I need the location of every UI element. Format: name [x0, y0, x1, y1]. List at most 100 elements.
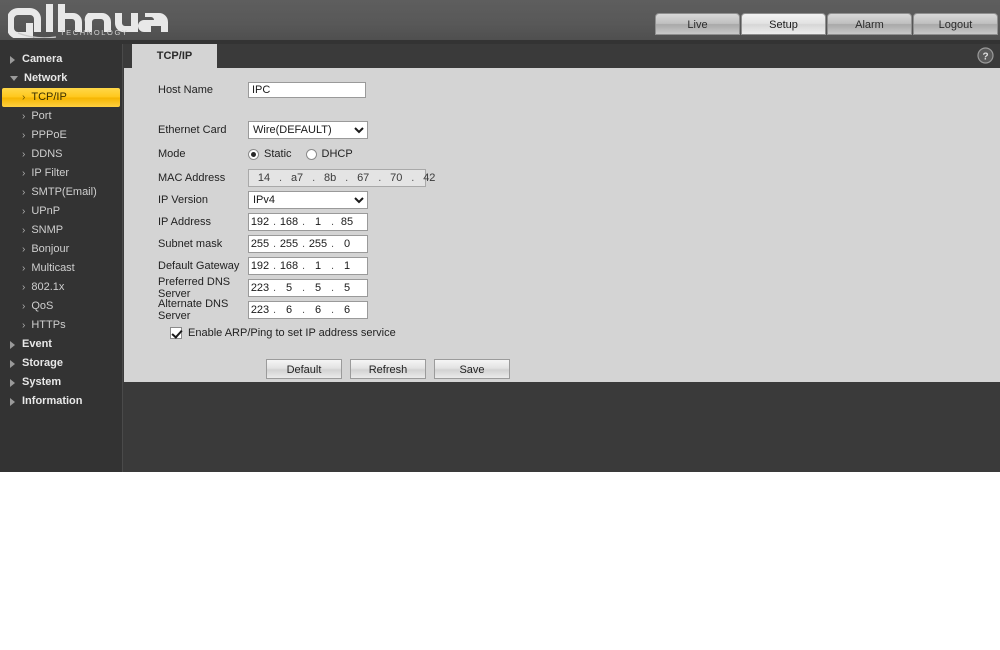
- sidebar-item-https[interactable]: › HTTPs: [2, 316, 120, 335]
- ip-address-field[interactable]: . . .: [248, 213, 368, 231]
- preferred-dns-octet-2[interactable]: [278, 281, 300, 295]
- chevron-right-icon: ›: [22, 262, 26, 274]
- preferred-dns-octet-4[interactable]: [336, 281, 358, 295]
- mode-radio-static-label[interactable]: Static: [264, 148, 292, 160]
- separator-dot: .: [330, 238, 335, 250]
- chevron-right-icon: ›: [22, 167, 26, 179]
- preferred-dns-label: Preferred DNS Server: [158, 276, 231, 300]
- host-name-input[interactable]: [248, 82, 366, 98]
- sidebar-item-label: IP Filter: [31, 167, 70, 179]
- ip-octet-4[interactable]: [336, 215, 358, 229]
- sidebar-item-tcpip[interactable]: › TCP/IP: [2, 88, 120, 107]
- sidebar-group-label: Network: [24, 72, 68, 84]
- sidebar-item-802-1x[interactable]: › 802.1x: [2, 278, 120, 297]
- sidebar-item-ip-filter[interactable]: › IP Filter: [2, 164, 120, 183]
- sidebar-item-label: SNMP: [31, 224, 64, 236]
- preferred-dns-field[interactable]: . . .: [248, 279, 368, 297]
- default-gateway-label: Default Gateway: [158, 260, 240, 272]
- separator-dot: .: [301, 216, 306, 228]
- mode-radio-group: Static DHCP: [248, 148, 367, 160]
- save-button[interactable]: Save: [434, 359, 510, 379]
- sidebar-group-label: Storage: [22, 357, 63, 369]
- sidebar-group-network[interactable]: Network: [0, 69, 122, 88]
- mac-address-label: MAC Address: [158, 172, 226, 184]
- sidebar-group-system[interactable]: System: [0, 373, 122, 392]
- gateway-octet-3[interactable]: [307, 259, 329, 273]
- separator-dot: .: [301, 304, 306, 316]
- mac-octet-2: [282, 171, 313, 185]
- chevron-right-icon: ›: [22, 186, 26, 198]
- alternate-dns-label: Alternate DNS Server: [158, 298, 229, 322]
- host-name-label: Host Name: [158, 84, 214, 96]
- mac-octet-4: [348, 171, 379, 185]
- alternate-dns-octet-1[interactable]: [249, 303, 271, 317]
- subnet-octet-1[interactable]: [249, 237, 271, 251]
- chevron-down-icon: [10, 76, 18, 81]
- form-row-ip-version: IP Version IPv4: [158, 190, 1000, 210]
- sidebar-item-label: TCP/IP: [31, 91, 67, 103]
- form-spacer: [158, 100, 1000, 120]
- sidebar-item-bonjour[interactable]: › Bonjour: [2, 240, 120, 259]
- sidebar-item-label: QoS: [31, 300, 54, 312]
- separator-dot: .: [272, 260, 277, 272]
- arp-ping-checkbox[interactable]: [170, 327, 182, 339]
- nav-button-setup[interactable]: Setup: [741, 13, 826, 35]
- alternate-dns-octet-4[interactable]: [336, 303, 358, 317]
- sidebar-item-port[interactable]: › Port: [2, 107, 120, 126]
- sidebar-item-upnp[interactable]: › UPnP: [2, 202, 120, 221]
- tab-tcpip[interactable]: TCP/IP: [132, 44, 217, 68]
- gateway-octet-4[interactable]: [336, 259, 358, 273]
- sidebar-item-snmp[interactable]: › SNMP: [2, 221, 120, 240]
- sidebar-item-label: Port: [31, 110, 52, 122]
- form-row-mac-address: MAC Address . . . . .: [158, 168, 1000, 188]
- ip-octet-1[interactable]: [249, 215, 271, 229]
- nav-button-alarm[interactable]: Alarm: [827, 13, 912, 35]
- nav-button-logout[interactable]: Logout: [913, 13, 998, 35]
- alternate-dns-octet-3[interactable]: [307, 303, 329, 317]
- gateway-octet-2[interactable]: [278, 259, 300, 273]
- subnet-mask-field[interactable]: . . .: [248, 235, 368, 253]
- sidebar-group-event[interactable]: Event: [0, 335, 122, 354]
- chevron-right-icon: ›: [22, 91, 26, 103]
- app-header: TECHNOLOGY Live Setup Alarm Logout: [0, 0, 1000, 40]
- mode-radio-dhcp-label[interactable]: DHCP: [322, 148, 353, 160]
- sidebar-item-smtp-email[interactable]: › SMTP(Email): [2, 183, 120, 202]
- refresh-button[interactable]: Refresh: [350, 359, 426, 379]
- gateway-octet-1[interactable]: [249, 259, 271, 273]
- sidebar-item-pppoe[interactable]: › PPPoE: [2, 126, 120, 145]
- mode-radio-dhcp[interactable]: [305, 148, 317, 160]
- chevron-right-icon: [10, 340, 15, 349]
- subnet-octet-3[interactable]: [307, 237, 329, 251]
- sidebar-group-information[interactable]: Information: [0, 392, 122, 411]
- preferred-dns-octet-1[interactable]: [249, 281, 271, 295]
- alternate-dns-field[interactable]: . . .: [248, 301, 368, 319]
- form-row-ip-address: IP Address . . .: [158, 212, 1000, 232]
- mac-octet-1: [249, 171, 279, 185]
- ip-octet-2[interactable]: [278, 215, 300, 229]
- ip-version-select[interactable]: IPv4: [248, 191, 368, 209]
- sidebar-item-qos[interactable]: › QoS: [2, 297, 120, 316]
- ethernet-card-select[interactable]: Wire(DEFAULT): [248, 121, 368, 139]
- default-gateway-field[interactable]: . . .: [248, 257, 368, 275]
- ip-octet-3[interactable]: [307, 215, 329, 229]
- preferred-dns-octet-3[interactable]: [307, 281, 329, 295]
- help-question-mark-icon[interactable]: ?: [977, 47, 994, 64]
- separator-dot: .: [301, 282, 306, 294]
- default-button[interactable]: Default: [266, 359, 342, 379]
- sidebar-group-storage[interactable]: Storage: [0, 354, 122, 373]
- nav-button-live[interactable]: Live: [655, 13, 740, 35]
- separator-dot: .: [301, 238, 306, 250]
- subnet-mask-label: Subnet mask: [158, 238, 223, 250]
- sidebar-item-multicast[interactable]: › Multicast: [2, 259, 120, 278]
- sidebar-item-label: 802.1x: [31, 281, 65, 293]
- arp-ping-label[interactable]: Enable ARP/Ping to set IP address servic…: [188, 327, 396, 339]
- alternate-dns-octet-2[interactable]: [278, 303, 300, 317]
- sidebar-group-camera[interactable]: Camera: [0, 50, 122, 69]
- sidebar-item-ddns[interactable]: › DDNS: [2, 145, 120, 164]
- sidebar-item-label: SMTP(Email): [31, 186, 97, 198]
- subnet-octet-4[interactable]: [336, 237, 358, 251]
- form-row-default-gateway: Default Gateway . . .: [158, 256, 1000, 276]
- subnet-octet-2[interactable]: [278, 237, 300, 251]
- form-row-ethernet-card: Ethernet Card Wire(DEFAULT): [158, 120, 1000, 140]
- mode-radio-static[interactable]: [248, 148, 259, 160]
